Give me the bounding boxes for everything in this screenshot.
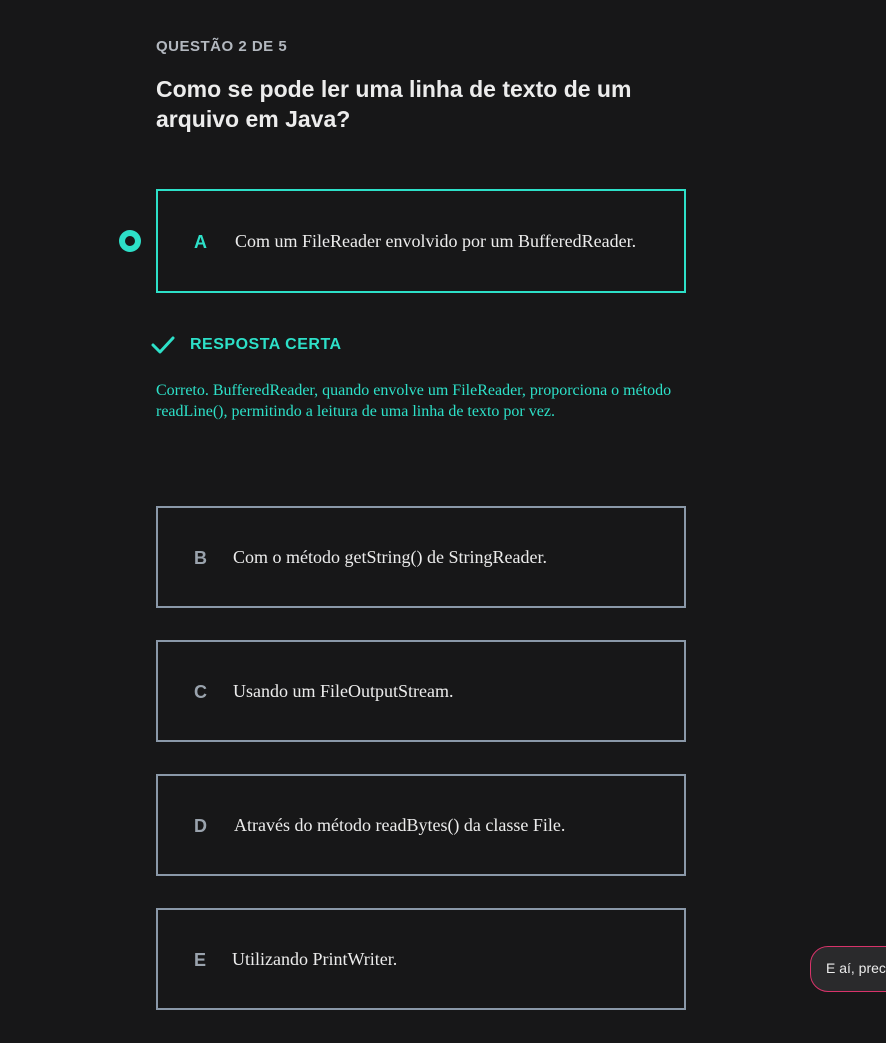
option-d-text: Através do método readBytes() da classe … bbox=[234, 815, 566, 835]
chat-bubble-text: E aí, prec bbox=[826, 960, 886, 976]
option-c-letter: C bbox=[194, 682, 207, 702]
option-a-text: Com um FileReader envolvido por um Buffe… bbox=[235, 231, 637, 251]
question-title: Como se pode ler uma linha de texto de u… bbox=[156, 76, 632, 132]
option-b-text: Com o método getString() de StringReader… bbox=[233, 547, 547, 567]
option-d[interactable]: D Através do método readBytes() da class… bbox=[156, 774, 686, 876]
option-e-text: Utilizando PrintWriter. bbox=[232, 949, 398, 969]
option-e-letter: E bbox=[194, 950, 207, 970]
question-counter: QUESTÃO 2 DE 5 bbox=[156, 38, 288, 55]
check-icon bbox=[151, 336, 175, 354]
option-b[interactable]: B Com o método getString() de StringRead… bbox=[156, 506, 686, 608]
option-a-letter: A bbox=[194, 232, 207, 252]
option-d-letter: D bbox=[194, 816, 207, 836]
option-e[interactable]: E Utilizando PrintWriter. bbox=[156, 908, 686, 1010]
option-c[interactable]: C Usando um FileOutputStream. bbox=[156, 640, 686, 742]
option-a[interactable]: A Com um FileReader envolvido por um Buf… bbox=[156, 189, 686, 293]
feedback-explanation: Correto. BufferedReader, quando envolve … bbox=[156, 382, 672, 420]
selected-radio-icon bbox=[119, 230, 141, 252]
chat-bubble[interactable]: E aí, prec bbox=[810, 946, 886, 992]
option-b-letter: B bbox=[194, 548, 207, 568]
option-c-text: Usando um FileOutputStream. bbox=[233, 681, 454, 701]
result-label: RESPOSTA CERTA bbox=[190, 336, 342, 353]
